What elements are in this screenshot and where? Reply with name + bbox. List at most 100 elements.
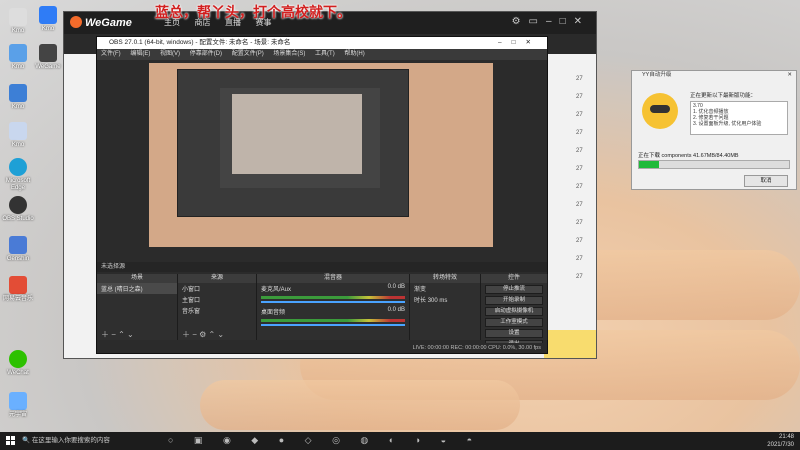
source-item[interactable]: 主窗口 bbox=[178, 294, 256, 305]
app-icon bbox=[9, 392, 27, 410]
list-item[interactable]: 27 bbox=[576, 112, 596, 130]
taskbar: 🔍 在这里输入你要搜索的内容 ○ ▣ ◉ ◆ ● ◇ ◎ ◍ ◐ ◑ ◒ ◓ 2… bbox=[0, 432, 800, 450]
updater-notes: 3.70 1. 优化音频播放 2. 修复若干问题 3. 设置面板升级, 优化用户… bbox=[690, 101, 788, 135]
scenes-controls[interactable]: ＋ − ⌃ ⌄ bbox=[97, 330, 177, 340]
studio-mode-button[interactable]: 工作室模式 bbox=[485, 318, 543, 327]
desktop-icon-label: WeChat bbox=[7, 370, 29, 376]
list-item[interactable]: 27 bbox=[576, 274, 596, 292]
desktop-icon[interactable]: Kmo bbox=[0, 122, 36, 149]
mixer-channel: 麦克风/Aux 0.0 dB bbox=[257, 283, 409, 294]
desktop-icon[interactable]: 元宇宙 bbox=[0, 392, 36, 419]
desktop-icon-label: Kmo bbox=[11, 28, 25, 34]
scenes-dock: 场景 蓝总 (晴日之森) ＋ − ⌃ ⌄ bbox=[97, 274, 178, 340]
desktop-icon[interactable]: 网易云音乐 bbox=[0, 276, 36, 303]
app-icon bbox=[9, 44, 27, 62]
list-item[interactable]: 27 bbox=[576, 202, 596, 220]
virtual-camera-button[interactable]: 启动虚拟摄像机 bbox=[485, 307, 543, 316]
progress-label: 正在下载 components 41.67MB/84.40MB bbox=[638, 153, 739, 159]
source-toolbar: 未选择源 bbox=[97, 262, 547, 272]
source-item[interactable]: 小窗口 bbox=[178, 283, 256, 294]
clock-date: 2021/7/30 bbox=[767, 442, 794, 448]
app-icon bbox=[9, 276, 27, 294]
updater-window[interactable]: YY自动升级 ✕ 正在更新以下最新版功能： 3.70 1. 优化音频播放 2. 修… bbox=[631, 70, 797, 190]
edge-icon[interactable]: Microsoft Edge bbox=[0, 158, 36, 192]
desktop-icon-label: Genshin bbox=[6, 256, 30, 262]
app-icon bbox=[9, 8, 27, 26]
system-tray[interactable]: 21:48 2021/7/30 bbox=[767, 433, 794, 449]
close-icon[interactable]: ✕ bbox=[787, 71, 792, 80]
app-icon bbox=[39, 44, 57, 62]
duration-row: 时长 300 ms bbox=[410, 294, 480, 305]
list-item[interactable]: 27 bbox=[576, 256, 596, 274]
list-item[interactable]: 27 bbox=[576, 130, 596, 148]
volume-slider[interactable] bbox=[261, 301, 405, 303]
desktop-icon-label: Kmo bbox=[11, 64, 25, 70]
nested-capture bbox=[220, 88, 380, 188]
mixer-dock: 混音器 麦克风/Aux 0.0 dB 桌面音频 0.0 dB bbox=[257, 274, 410, 340]
transitions-header: 转场特效 bbox=[410, 274, 480, 283]
desktop-icon[interactable]: Genshin bbox=[0, 236, 36, 263]
video-caption: 蓝总，帮丫头，打个高校就下。 bbox=[155, 4, 351, 20]
desktop-icon[interactable]: Kmo bbox=[0, 84, 36, 111]
start-recording-button[interactable]: 开始录制 bbox=[485, 296, 543, 305]
list-item[interactable]: 27 bbox=[576, 166, 596, 184]
obs-desktop-icon[interactable]: OBS Studio bbox=[0, 196, 36, 223]
menu-item[interactable]: 编辑(E) bbox=[130, 51, 150, 57]
duration-input[interactable]: 300 ms bbox=[428, 298, 448, 304]
settings-button[interactable]: 设置 bbox=[485, 329, 543, 338]
cancel-button[interactable]: 取消 bbox=[744, 175, 788, 187]
list-item[interactable]: 27 bbox=[576, 220, 596, 238]
taskbar-search[interactable]: 🔍 在这里输入你要搜索的内容 bbox=[22, 435, 162, 447]
source-item[interactable]: 音乐窗 bbox=[178, 305, 256, 316]
menu-item[interactable]: 帮助(H) bbox=[344, 51, 364, 57]
list-item[interactable]: 27 bbox=[576, 238, 596, 256]
duration-label: 时长 bbox=[414, 298, 427, 304]
stop-streaming-button[interactable]: 停止推流 bbox=[485, 285, 543, 294]
progress-fill bbox=[639, 161, 659, 168]
start-button[interactable] bbox=[6, 436, 16, 446]
wegame-logo-icon bbox=[70, 16, 82, 28]
obs-preview[interactable] bbox=[149, 63, 493, 247]
volume-slider[interactable] bbox=[261, 324, 405, 326]
audio-meter bbox=[261, 296, 405, 299]
search-placeholder: 在这里输入你要搜索的内容 bbox=[31, 437, 110, 444]
controls-dock: 控件 停止推流 开始录制 启动虚拟摄像机 工作室模式 设置 退出 bbox=[481, 274, 548, 349]
list-item[interactable]: 27 bbox=[576, 94, 596, 112]
wegame-window-controls[interactable]: ⚙▭–□✕ bbox=[512, 16, 590, 27]
wegame-logo: WeGame bbox=[70, 16, 132, 29]
menu-item[interactable]: 场景集合(S) bbox=[273, 51, 305, 57]
wechat-desktop-icon[interactable]: WeChat bbox=[0, 350, 36, 377]
wegame-list: 27 27 27 27 27 27 27 27 27 27 27 27 bbox=[576, 76, 596, 358]
updater-titlebar[interactable]: YY自动升级 ✕ bbox=[632, 71, 796, 80]
obs-window-controls[interactable]: –□✕ bbox=[498, 37, 541, 49]
list-item[interactable]: 27 bbox=[576, 184, 596, 202]
sources-controls[interactable]: ＋ − ⚙ ⌃ ⌄ bbox=[178, 330, 256, 340]
menu-item[interactable]: 工具(T) bbox=[315, 51, 335, 57]
desktop-icon[interactable]: WeGame bbox=[30, 44, 66, 71]
desktop-icon[interactable]: Kmo bbox=[30, 6, 66, 33]
app-icon bbox=[39, 6, 57, 24]
obs-titlebar[interactable]: OBS 27.0.1 (64-bit, windows) - 配置文件: 未命名… bbox=[97, 37, 547, 49]
scene-item[interactable]: 蓝总 (晴日之森) bbox=[97, 283, 177, 294]
obs-window[interactable]: OBS 27.0.1 (64-bit, windows) - 配置文件: 未命名… bbox=[96, 36, 548, 354]
wallpaper-finger bbox=[200, 380, 520, 430]
wegame-banner[interactable] bbox=[544, 330, 596, 358]
menu-item[interactable]: 停靠部件(D) bbox=[190, 51, 222, 57]
sources-header: 来源 bbox=[178, 274, 256, 283]
channel-name: 桌面音频 bbox=[261, 310, 286, 316]
list-item[interactable]: 27 bbox=[576, 148, 596, 166]
menu-item[interactable]: 配置文件(P) bbox=[232, 51, 264, 57]
note-line: 3. 设置面板升级, 优化用户体验 bbox=[693, 121, 762, 127]
list-item[interactable]: 27 bbox=[576, 76, 596, 94]
transition-select[interactable]: 渐变 bbox=[410, 283, 480, 294]
obs-menubar: 文件(F) 编辑(E) 视图(V) 停靠部件(D) 配置文件(P) 场景集合(S… bbox=[97, 49, 547, 60]
yy-mascot-icon bbox=[642, 93, 678, 129]
taskbar-apps[interactable]: ○ ▣ ◉ ◆ ● ◇ ◎ ◍ ◐ ◑ ◒ ◓ bbox=[168, 435, 481, 446]
audio-meter bbox=[261, 319, 405, 322]
desktop-icon-label: OBS Studio bbox=[2, 216, 34, 222]
menu-item[interactable]: 视图(V) bbox=[160, 51, 180, 57]
menu-item[interactable]: 文件(F) bbox=[101, 51, 121, 57]
mixer-header: 混音器 bbox=[257, 274, 409, 283]
app-icon bbox=[9, 84, 27, 102]
clock-time: 21:48 bbox=[778, 434, 794, 440]
